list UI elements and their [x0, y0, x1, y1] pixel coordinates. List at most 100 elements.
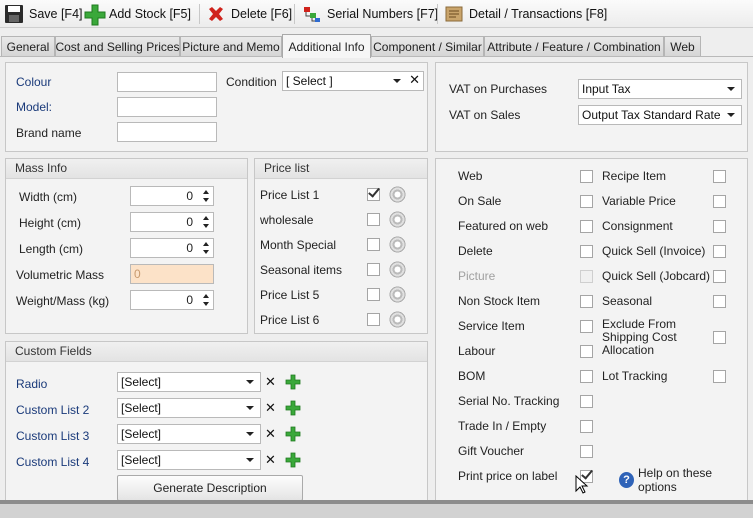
- option-label: Featured on web: [458, 219, 549, 233]
- custom-field-select[interactable]: [Select]: [117, 372, 261, 392]
- vat-purchases-value: Input Tax: [582, 82, 631, 96]
- option-checkbox[interactable]: [580, 370, 593, 383]
- tab-additional-info[interactable]: Additional Info: [282, 34, 371, 58]
- option-checkbox[interactable]: [580, 320, 593, 333]
- spin-down-icon[interactable]: [203, 302, 209, 306]
- price-list-checkbox[interactable]: [367, 263, 380, 276]
- chevron-down-icon[interactable]: [246, 458, 254, 462]
- chevron-down-icon[interactable]: [246, 380, 254, 384]
- option-checkbox[interactable]: [713, 170, 726, 183]
- weight-label: Weight/Mass (kg): [16, 294, 110, 308]
- gear-icon[interactable]: [389, 211, 406, 228]
- clear-icon[interactable]: ✕: [265, 427, 276, 441]
- option-label: Exclude From Shipping Cost Allocation: [602, 317, 677, 357]
- option-label: Delete: [458, 244, 493, 258]
- option-checkbox[interactable]: [580, 195, 593, 208]
- gear-icon[interactable]: [389, 236, 406, 253]
- vat-sales-select[interactable]: Output Tax Standard Rate: [578, 105, 742, 125]
- detail-transactions-button[interactable]: Detail / Transactions [F8]: [444, 2, 607, 26]
- condition-select[interactable]: [ Select ] ✕: [282, 71, 424, 91]
- option-checkbox[interactable]: [580, 395, 593, 408]
- chevron-down-icon[interactable]: [393, 79, 401, 83]
- tab-label: Attribute / Feature / Combination: [487, 39, 661, 54]
- serial-numbers-button[interactable]: Serial Numbers [F7]: [302, 2, 438, 26]
- width-stepper[interactable]: 0: [130, 186, 214, 206]
- price-list-checkbox[interactable]: [367, 288, 380, 301]
- tab-cost-selling[interactable]: Cost and Selling Prices: [55, 36, 180, 56]
- chevron-down-icon[interactable]: [246, 432, 254, 436]
- weight-stepper[interactable]: 0: [130, 290, 214, 310]
- colour-input[interactable]: [117, 72, 217, 92]
- tab-picture-memo[interactable]: Picture and Memo: [180, 36, 282, 56]
- add-plus-icon[interactable]: [285, 374, 301, 390]
- spin-down-icon[interactable]: [203, 198, 209, 202]
- tab-attribute-feature[interactable]: Attribute / Feature / Combination: [484, 36, 664, 56]
- custom-field-value: [Select]: [121, 453, 162, 467]
- add-plus-icon[interactable]: [285, 400, 301, 416]
- add-stock-button[interactable]: Add Stock [F5]: [84, 2, 191, 26]
- clear-icon[interactable]: ✕: [265, 453, 276, 467]
- length-stepper[interactable]: 0: [130, 238, 214, 258]
- option-label: On Sale: [458, 194, 502, 208]
- clear-icon[interactable]: ✕: [409, 73, 420, 87]
- spin-up-icon[interactable]: [203, 216, 209, 220]
- option-checkbox[interactable]: [580, 170, 593, 183]
- spin-up-icon[interactable]: [203, 190, 209, 194]
- gear-icon[interactable]: [389, 261, 406, 278]
- add-plus-icon[interactable]: [285, 452, 301, 468]
- help-icon: ?: [619, 472, 635, 488]
- option-checkbox[interactable]: [713, 220, 726, 233]
- custom-field-select[interactable]: [Select]: [117, 450, 261, 470]
- chevron-down-icon[interactable]: [727, 87, 735, 91]
- custom-field-select[interactable]: [Select]: [117, 424, 261, 444]
- tab-web[interactable]: Web: [664, 36, 701, 56]
- height-value: 0: [186, 215, 193, 229]
- option-checkbox[interactable]: [580, 445, 593, 458]
- help-options-link[interactable]: ? Help on these options: [619, 466, 747, 494]
- volumetric-mass-field: 0: [130, 264, 214, 284]
- delete-button[interactable]: Delete [F6]: [206, 2, 292, 26]
- option-checkbox[interactable]: [713, 331, 726, 344]
- price-list-checkbox[interactable]: [367, 238, 380, 251]
- spin-up-icon[interactable]: [203, 242, 209, 246]
- option-checkbox[interactable]: [713, 270, 726, 283]
- height-stepper[interactable]: 0: [130, 212, 214, 232]
- spin-down-icon[interactable]: [203, 250, 209, 254]
- generate-description-button[interactable]: Generate Description: [117, 475, 303, 501]
- height-label: Height (cm): [19, 216, 82, 230]
- chevron-down-icon[interactable]: [246, 406, 254, 410]
- tab-general[interactable]: General: [1, 36, 55, 56]
- option-checkbox[interactable]: [713, 245, 726, 258]
- option-checkbox[interactable]: [580, 295, 593, 308]
- chevron-down-icon[interactable]: [727, 113, 735, 117]
- save-button[interactable]: Save [F4]: [4, 2, 83, 26]
- custom-field-select[interactable]: [Select]: [117, 398, 261, 418]
- gear-icon[interactable]: [389, 186, 406, 203]
- option-checkbox[interactable]: [580, 220, 593, 233]
- clear-icon[interactable]: ✕: [265, 401, 276, 415]
- vat-sales-label: VAT on Sales: [449, 108, 521, 122]
- tab-component-similar[interactable]: Component / Similar: [371, 36, 484, 56]
- custom-field-label: Custom List 3: [16, 429, 90, 443]
- option-checkbox[interactable]: [580, 345, 593, 358]
- price-list-checkbox[interactable]: [367, 313, 380, 326]
- spin-up-icon[interactable]: [203, 294, 209, 298]
- option-label: Service Item: [458, 319, 525, 333]
- add-plus-icon[interactable]: [285, 426, 301, 442]
- custom-field-label: Radio: [16, 377, 48, 391]
- option-checkbox[interactable]: [713, 370, 726, 383]
- vat-purchases-select[interactable]: Input Tax: [578, 79, 742, 99]
- price-list-checkbox[interactable]: [367, 213, 380, 226]
- gear-icon[interactable]: [389, 286, 406, 303]
- ledger-icon: [444, 4, 464, 24]
- clear-icon[interactable]: ✕: [265, 375, 276, 389]
- option-checkbox[interactable]: [580, 245, 593, 258]
- option-checkbox[interactable]: [713, 295, 726, 308]
- model-input[interactable]: [117, 97, 217, 117]
- gear-icon[interactable]: [389, 311, 406, 328]
- option-checkbox[interactable]: [713, 195, 726, 208]
- brand-name-input[interactable]: [117, 122, 217, 142]
- option-checkbox[interactable]: [580, 420, 593, 433]
- spin-down-icon[interactable]: [203, 224, 209, 228]
- price-list-checkbox[interactable]: [367, 185, 380, 201]
